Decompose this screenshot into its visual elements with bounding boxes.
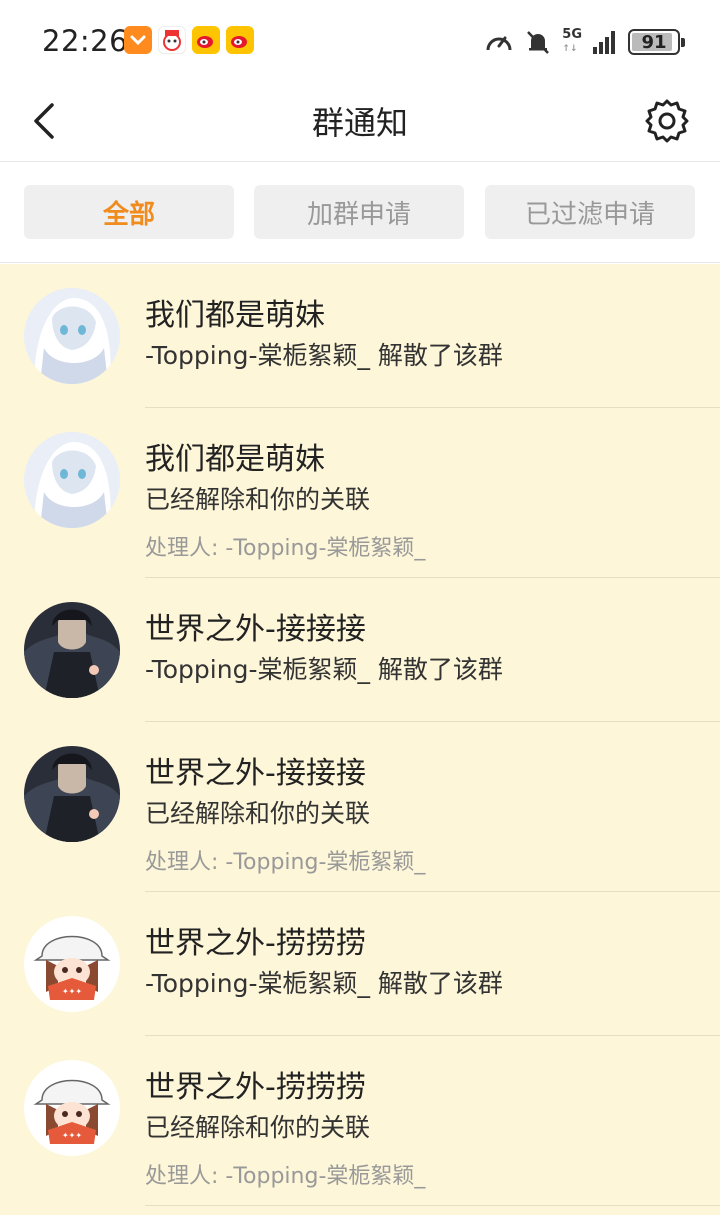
- handler-label: 处理人: -Topping-棠栀絮颖_: [145, 536, 426, 561]
- svg-text:✦✦✦: ✦✦✦: [62, 1131, 82, 1140]
- page-title: 群通知: [311, 104, 408, 142]
- notification-message: -Topping-棠栀絮颖_ 解散了该群: [145, 341, 503, 370]
- avatar[interactable]: ✦✦✦: [24, 916, 120, 1012]
- notification-list: 我们都是萌妹 -Topping-棠栀絮颖_ 解散了该群 我们都是萌妹 已经解除和…: [0, 264, 720, 1215]
- nav-bar: 群通知: [0, 82, 720, 162]
- avatar[interactable]: [24, 602, 120, 698]
- notification-message: 已经解除和你的关联: [145, 799, 371, 828]
- avatar[interactable]: ✦✦✦: [24, 1060, 120, 1156]
- handler-label: 处理人: -Topping-棠栀絮颖_: [145, 1164, 426, 1189]
- battery-level-text: 91: [641, 31, 667, 53]
- list-item[interactable]: ✦✦✦ 世界之外-捞捞捞 已经解除和你的关联 处理人: -Topping-棠栀絮…: [0, 1036, 720, 1206]
- notification-message: -Topping-棠栀絮颖_ 解散了该群: [145, 969, 503, 998]
- weibo-notification-icon-2: [226, 26, 254, 54]
- status-time: 22:26: [42, 24, 129, 58]
- network-type-label: 5G ↑↓: [562, 27, 582, 54]
- group-name: 世界之外-捞捞捞: [145, 926, 366, 961]
- speedometer-icon: [486, 36, 512, 51]
- list-item[interactable]: 世界之外-接接接 已经解除和你的关联 处理人: -Topping-棠栀絮颖_: [0, 722, 720, 892]
- battery-indicator: 91: [628, 29, 685, 55]
- group-name: 世界之外-捞捞捞: [145, 1070, 366, 1105]
- tab-filtered-requests[interactable]: 已过滤申请: [485, 185, 695, 239]
- divider: [145, 1205, 720, 1206]
- group-name: 我们都是萌妹: [145, 298, 325, 333]
- tab-join-requests[interactable]: 加群申请: [254, 185, 464, 239]
- gear-icon: [645, 99, 689, 143]
- status-bar: 22:26 5G ↑↓ 91: [0, 0, 720, 82]
- list-item[interactable]: 我们都是萌妹 -Topping-棠栀絮颖_ 解散了该群: [0, 264, 720, 408]
- notification-message: 已经解除和你的关联: [145, 1113, 371, 1142]
- tab-all[interactable]: 全部: [24, 185, 234, 239]
- filter-tabs: 全部 加群申请 已过滤申请: [0, 163, 720, 263]
- svg-text:✦✦✦: ✦✦✦: [62, 987, 82, 996]
- group-name: 我们都是萌妹: [145, 442, 325, 477]
- handler-label: 处理人: -Topping-棠栀絮颖_: [145, 850, 426, 875]
- notification-message: 已经解除和你的关联: [145, 485, 371, 514]
- signal-icon: [593, 31, 615, 54]
- avatar[interactable]: [24, 288, 120, 384]
- taobao-notification-icon: [124, 26, 152, 54]
- list-item[interactable]: 我们都是萌妹 已经解除和你的关联 处理人: -Topping-棠栀絮颖_: [0, 408, 720, 578]
- avatar[interactable]: [24, 746, 120, 842]
- group-name: 世界之外-接接接: [145, 612, 366, 647]
- notification-icons: [124, 26, 254, 54]
- group-name: 世界之外-接接接: [145, 756, 366, 791]
- mute-bell-icon: [527, 31, 550, 54]
- list-item[interactable]: 世界之外-接接接 -Topping-棠栀絮颖_ 解散了该群: [0, 578, 720, 722]
- system-icons: 5G ↑↓ 91: [484, 27, 685, 56]
- avatar[interactable]: [24, 432, 120, 528]
- snowman-app-notification-icon: [158, 26, 186, 54]
- notification-message: -Topping-棠栀絮颖_ 解散了该群: [145, 655, 503, 684]
- weibo-notification-icon: [192, 26, 220, 54]
- settings-button[interactable]: [642, 96, 692, 146]
- list-item[interactable]: ✦✦✦ 世界之外-捞捞捞 -Topping-棠栀絮颖_ 解散了该群: [0, 892, 720, 1036]
